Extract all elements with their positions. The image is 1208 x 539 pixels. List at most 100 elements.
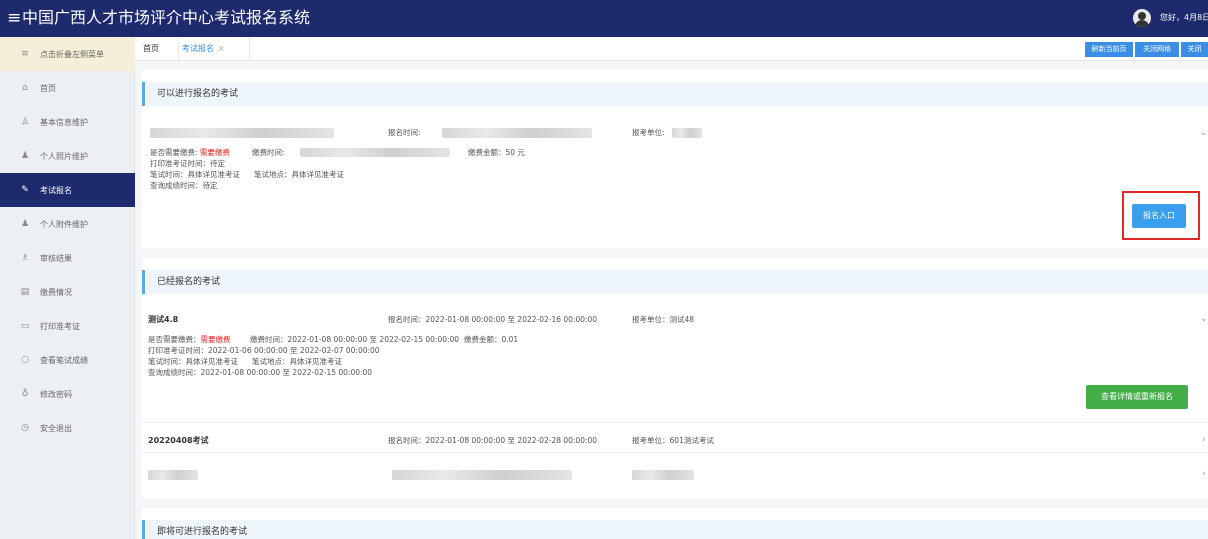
sidebar-collapse-label: 点击折叠左侧菜单 — [40, 49, 104, 59]
refresh-page-button[interactable]: 刷新当前页 — [1085, 42, 1133, 57]
sidebar-item-review-result[interactable]: ♗ 审核结果 — [0, 241, 135, 275]
row-divider — [142, 452, 1208, 453]
avatar[interactable] — [1133, 9, 1151, 27]
written-exam-place: 笔试地点：具体详见准考证 — [254, 170, 344, 179]
fee-required-value: 需要缴费 — [199, 148, 230, 157]
avatar-body — [1135, 20, 1149, 27]
fee-required-row: 是否需要缴费: 需要缴费 — [150, 148, 230, 158]
registration-time-label: 报名时间: — [388, 128, 421, 137]
main-content: 可以进行报名的考试 报名时间: 报考单位: ⌄ 是否需要缴费: 需要缴费 缴费时… — [135, 62, 1208, 539]
registered-exams-panel: 已经报名的考试 测试4.8 报名时间：2022-01-08 00:00:00 至… — [142, 258, 1208, 498]
close-icon[interactable]: × — [218, 44, 225, 53]
sidebar-item-logout[interactable]: ◷ 安全退出 — [0, 411, 135, 445]
sidebar-item-home[interactable]: ⌂ 首页 — [0, 71, 135, 105]
fee-time: 缴费时间：2022-01-08 00:00:00 至 2022-02-15 00… — [250, 335, 460, 344]
row-divider — [142, 422, 1208, 423]
section-header: 可以进行报名的考试 — [142, 82, 1208, 106]
sidebar-item-label: 考试报名 — [40, 185, 72, 195]
redacted-fee-time — [300, 148, 450, 157]
redacted-exam-name — [148, 470, 198, 480]
print-ticket-time: 打印准考证时间：2022-01-06 00:00:00 至 2022-02-07… — [148, 346, 380, 355]
sidebar: ≡ 点击折叠左侧菜单 ⌂ 首页 ♙ 基本信息维护 ♟ 个人照片维护 ✎ 考试报名… — [0, 37, 135, 539]
sidebar-item-change-password[interactable]: ♁ 修改密码 — [0, 377, 135, 411]
payment-icon: ▤ — [20, 287, 30, 297]
fee-required-label: 是否需要缴费： — [148, 335, 201, 344]
highlight-annotation — [1122, 191, 1200, 240]
sidebar-item-label: 缴费情况 — [40, 287, 72, 297]
expand-chevron-icon[interactable]: › — [1202, 469, 1206, 479]
sidebar-item-scores[interactable]: ○ 查看笔试成绩 — [0, 343, 135, 377]
sidebar-item-print-ticket[interactable]: ▭ 打印准考证 — [0, 309, 135, 343]
close-grid-button[interactable]: 关闭网格 — [1135, 42, 1179, 57]
sidebar-item-label: 基本信息维护 — [40, 117, 88, 127]
logout-icon: ◷ — [21, 423, 29, 433]
user-icon: ♙ — [20, 117, 30, 127]
expand-chevron-icon[interactable]: ⌄ — [1200, 314, 1208, 324]
fee-amount: 缴费金额：50 元 — [468, 148, 525, 157]
registration-time: 报名时间：2022-01-08 00:00:00 至 2022-02-16 00… — [388, 315, 598, 324]
sidebar-item-label: 安全退出 — [40, 423, 72, 433]
view-details-button[interactable]: 查看详情或重新报名 — [1086, 385, 1188, 409]
score-query-time: 查询成绩时间：2022-01-08 00:00:00 至 2022-02-15 … — [148, 368, 373, 377]
redacted-unit — [672, 128, 702, 138]
avatar-head — [1138, 12, 1146, 20]
sidebar-item-label: 审核结果 — [40, 253, 72, 263]
menu-toggle-icon[interactable]: ≡ — [7, 8, 21, 28]
registration-time: 报名时间：2022-01-08 00:00:00 至 2022-02-28 00… — [388, 436, 598, 445]
written-exam-time: 笔试时间：具体详见准考证 — [148, 357, 238, 366]
review-icon: ♗ — [20, 253, 30, 263]
expand-chevron-icon[interactable]: ⌄ — [1200, 128, 1208, 138]
written-exam-place: 笔试地点：具体详见准考证 — [252, 357, 342, 366]
user-greeting[interactable]: 您好，4月8日 — [1160, 12, 1208, 23]
section-title: 即将可进行报名的考试 — [157, 527, 248, 537]
tab-label: 考试报名 — [182, 44, 214, 53]
print-icon: ▭ — [20, 321, 30, 331]
available-exams-panel: 可以进行报名的考试 报名时间: 报考单位: ⌄ 是否需要缴费: 需要缴费 缴费时… — [142, 70, 1208, 248]
sidebar-item-exam-registration[interactable]: ✎ 考试报名 — [0, 173, 135, 207]
tab-exam-registration[interactable]: 考试报名 × — [178, 37, 250, 61]
fee-required-value: 需要缴费 — [200, 335, 231, 344]
tab-bar: 首页 考试报名 × 刷新当前页 关闭网格 关闭 — [135, 37, 1208, 61]
sidebar-item-label: 个人附件维护 — [40, 219, 88, 229]
exam-name: 20220408考试 — [148, 436, 209, 445]
sidebar-item-label: 修改密码 — [40, 389, 72, 399]
fee-required-row: 是否需要缴费：需要缴费 — [148, 335, 231, 345]
exam-name: 测试4.8 — [148, 315, 179, 324]
sidebar-item-label: 个人照片维护 — [40, 151, 88, 161]
sidebar-item-label: 首页 — [40, 83, 56, 93]
redacted-registration-time — [392, 470, 572, 480]
sidebar-item-basic-info[interactable]: ♙ 基本信息维护 — [0, 105, 135, 139]
section-header: 已经报名的考试 — [142, 270, 1208, 294]
fee-amount: 缴费金额：0.01 — [464, 335, 519, 344]
lock-icon: ♁ — [21, 389, 29, 399]
redacted-exam-name — [150, 128, 334, 138]
sidebar-item-label: 查看笔试成绩 — [40, 355, 88, 365]
upcoming-exams-panel: 即将可进行报名的考试 — [142, 508, 1208, 539]
tab-home[interactable]: 首页 — [143, 37, 173, 61]
section-title: 可以进行报名的考试 — [157, 89, 239, 99]
fee-time-label: 缴费时间: — [252, 148, 285, 157]
sidebar-item-photo[interactable]: ♟ 个人照片维护 — [0, 139, 135, 173]
edit-icon: ✎ — [21, 185, 29, 195]
sidebar-item-label: 打印准考证 — [40, 321, 80, 331]
photo-user-icon: ♟ — [20, 151, 30, 161]
expand-chevron-icon[interactable]: › — [1202, 435, 1206, 445]
print-ticket-time: 打印准考证时间：待定 — [150, 159, 225, 168]
app-title: 中国广西人才市场评介中心考试报名系统 — [22, 8, 311, 27]
close-button[interactable]: 关闭 — [1181, 42, 1208, 57]
redacted-registration-time — [442, 128, 592, 138]
home-icon: ⌂ — [22, 83, 28, 93]
fee-required-label: 是否需要缴费: — [150, 148, 198, 157]
sidebar-collapse-toggle[interactable]: ≡ 点击折叠左侧菜单 — [0, 37, 135, 71]
sidebar-item-payment[interactable]: ▤ 缴费情况 — [0, 275, 135, 309]
menu-icon: ≡ — [21, 49, 29, 59]
attachment-user-icon: ♟ — [20, 219, 30, 229]
score-query-time: 查询成绩时间：待定 — [150, 181, 218, 190]
top-header: ≡ 中国广西人才市场评介中心考试报名系统 您好，4月8日 — [0, 0, 1208, 37]
section-header: 即将可进行报名的考试 — [142, 520, 1208, 539]
section-title: 已经报名的考试 — [157, 277, 221, 287]
redacted-unit — [632, 470, 694, 480]
sidebar-item-attachments[interactable]: ♟ 个人附件维护 — [0, 207, 135, 241]
search-icon: ○ — [21, 355, 29, 365]
unit-label: 报考单位: — [632, 128, 665, 137]
